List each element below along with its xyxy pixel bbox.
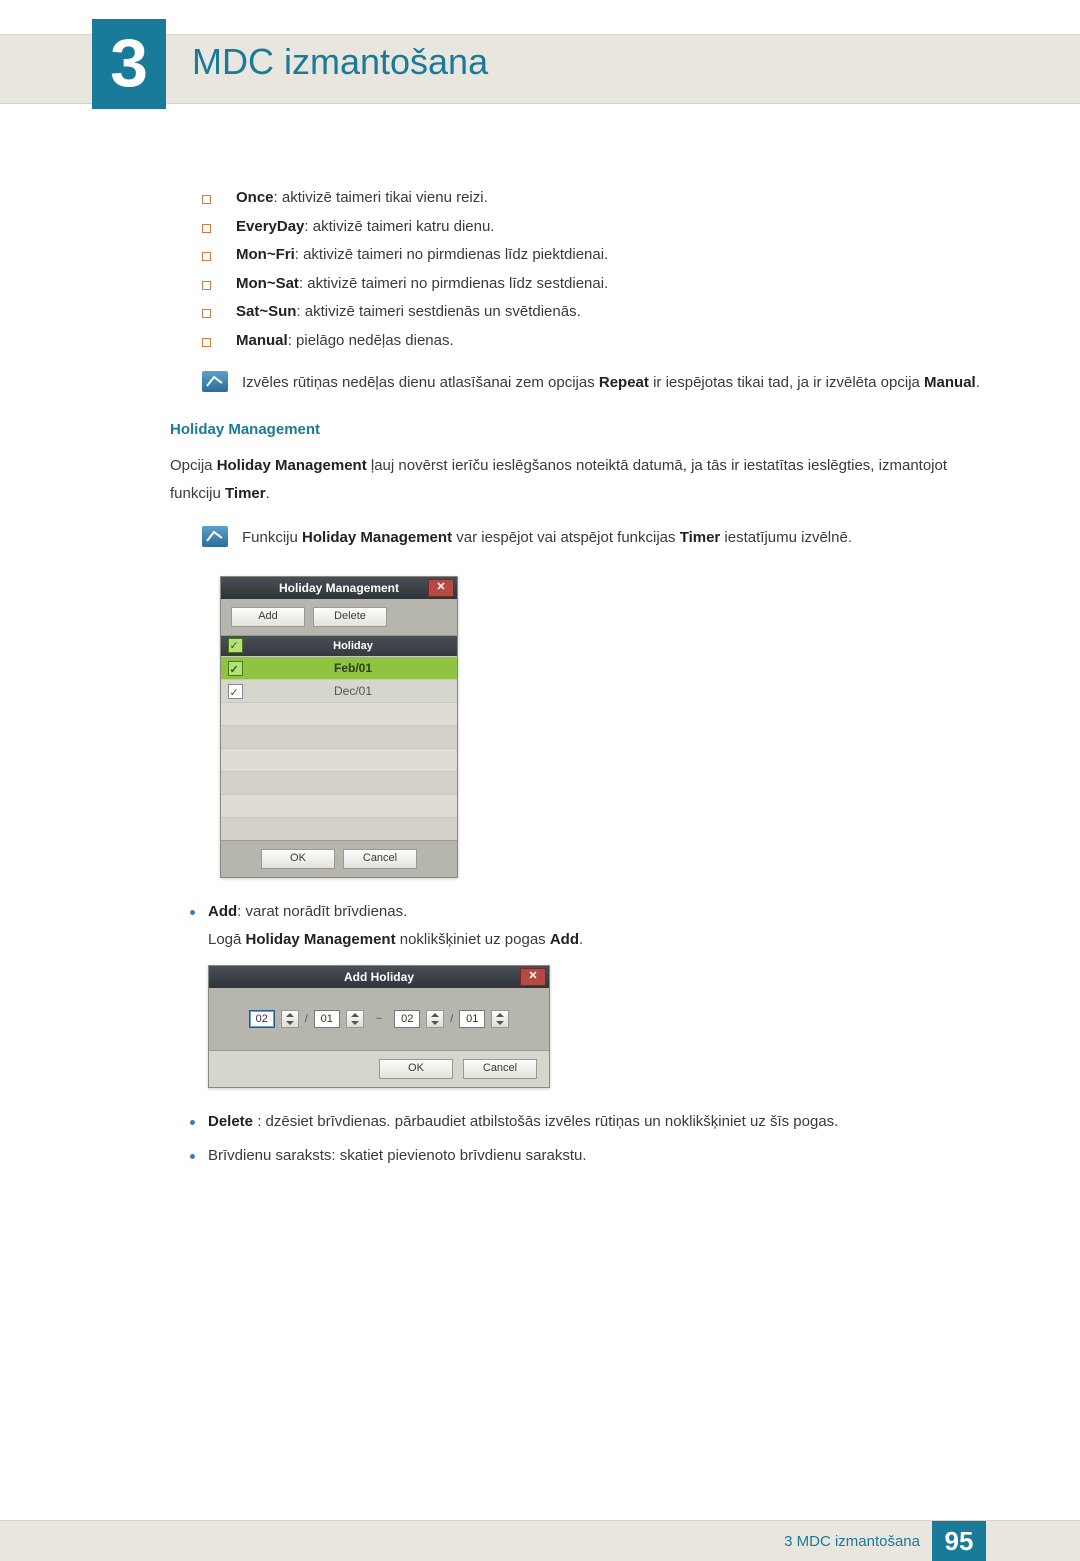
dialog-footer: OK Cancel: [221, 840, 457, 877]
month-end-input[interactable]: 02: [394, 1010, 420, 1028]
holiday-management-dialog: Holiday Management ✕ Add Delete Holiday …: [220, 576, 458, 878]
date-separator: /: [450, 1013, 453, 1025]
holiday-management-heading: Holiday Management: [170, 421, 980, 438]
option-once: Once: aktivizē taimeri tikai vienu reizi…: [202, 184, 980, 213]
bullet-add: Add: varat norādīt brīvdienas. Logā Holi…: [190, 898, 980, 955]
spinner-button[interactable]: [426, 1010, 444, 1028]
holiday-date: Dec/01: [249, 680, 457, 702]
option-everyday: EveryDay: aktivizē taimeri katru dienu.: [202, 213, 980, 242]
option-monsat: Mon~Sat: aktivizē taimeri no pirmdienas …: [202, 270, 980, 299]
note-holiday-timer: Funkciju Holiday Management var iespējot…: [202, 526, 980, 550]
holiday-row-empty: [221, 702, 457, 725]
day-start-input[interactable]: 01: [314, 1010, 340, 1028]
spinner-button[interactable]: [491, 1010, 509, 1028]
checkbox-header[interactable]: [221, 636, 249, 656]
holiday-row-empty: [221, 725, 457, 748]
holiday-row[interactable]: Dec/01: [221, 679, 457, 702]
dialog-title-bar: Holiday Management ✕: [221, 577, 457, 599]
timer-options-list: Once: aktivizē taimeri tikai vienu reizi…: [202, 184, 980, 355]
holiday-table: Holiday Feb/01 Dec/01: [221, 635, 457, 840]
close-button[interactable]: ✕: [428, 579, 454, 597]
holiday-management-paragraph: Opcija Holiday Management ļauj novērst i…: [170, 452, 980, 508]
footer-chapter-text: 3 MDC izmantošana: [784, 1533, 920, 1550]
row-checkbox[interactable]: [228, 684, 243, 699]
add-holiday-dialog: Add Holiday ✕ 02 / 01 ~ 02 / 01 OK Cance…: [208, 965, 550, 1088]
date-separator: /: [305, 1013, 308, 1025]
chapter-number-badge: 3: [92, 19, 166, 109]
range-separator: ~: [370, 1013, 388, 1025]
chapter-title: MDC izmantošana: [192, 41, 488, 83]
holiday-row-empty: [221, 771, 457, 794]
page-footer: 3 MDC izmantošana 95: [0, 1520, 1080, 1561]
dialog-footer: OK Cancel: [209, 1050, 549, 1087]
spinner-button[interactable]: [346, 1010, 364, 1028]
day-end-input[interactable]: 01: [459, 1010, 485, 1028]
note-icon: [202, 526, 228, 547]
dialog-title: Add Holiday: [344, 970, 414, 984]
cancel-button[interactable]: Cancel: [343, 849, 417, 869]
dialog-title: Holiday Management: [279, 581, 399, 595]
spinner-button[interactable]: [281, 1010, 299, 1028]
holiday-bullets: Add: varat norādīt brīvdienas. Logā Holi…: [190, 898, 980, 955]
note-icon: [202, 371, 228, 392]
holiday-date: Feb/01: [249, 657, 457, 679]
bullet-delete: Delete : dzēsiet brīvdienas. pārbaudiet …: [190, 1108, 980, 1137]
holiday-column-header: Holiday: [249, 636, 457, 656]
ok-button[interactable]: OK: [261, 849, 335, 869]
holiday-bullets-2: Delete : dzēsiet brīvdienas. pārbaudiet …: [190, 1108, 980, 1171]
holiday-row-empty: [221, 794, 457, 817]
dialog-title-bar: Add Holiday ✕: [209, 966, 549, 988]
page-number: 95: [932, 1521, 986, 1561]
chapter-header: 3 MDC izmantošana: [0, 34, 1080, 104]
add-button[interactable]: Add: [231, 607, 305, 627]
ok-button[interactable]: OK: [379, 1059, 453, 1079]
holiday-row-empty: [221, 748, 457, 771]
option-manual: Manual: pielāgo nedēļas dienas.: [202, 327, 980, 356]
delete-button[interactable]: Delete: [313, 607, 387, 627]
dialog-toolbar: Add Delete: [221, 599, 457, 635]
cancel-button[interactable]: Cancel: [463, 1059, 537, 1079]
holiday-row[interactable]: Feb/01: [221, 656, 457, 679]
month-start-input[interactable]: 02: [249, 1010, 275, 1028]
option-monfri: Mon~Fri: aktivizē taimeri no pirmdienas …: [202, 241, 980, 270]
date-range-row: 02 / 01 ~ 02 / 01: [209, 988, 549, 1050]
note-repeat-manual: Izvēles rūtiņas nedēļas dienu atlasīšana…: [202, 371, 980, 395]
close-button[interactable]: ✕: [520, 968, 546, 986]
option-satsun: Sat~Sun: aktivizē taimeri sestdienās un …: [202, 298, 980, 327]
holiday-row-empty: [221, 817, 457, 840]
row-checkbox[interactable]: [228, 661, 243, 676]
bullet-list-desc: Brīvdienu saraksts: skatiet pievienoto b…: [190, 1142, 980, 1171]
